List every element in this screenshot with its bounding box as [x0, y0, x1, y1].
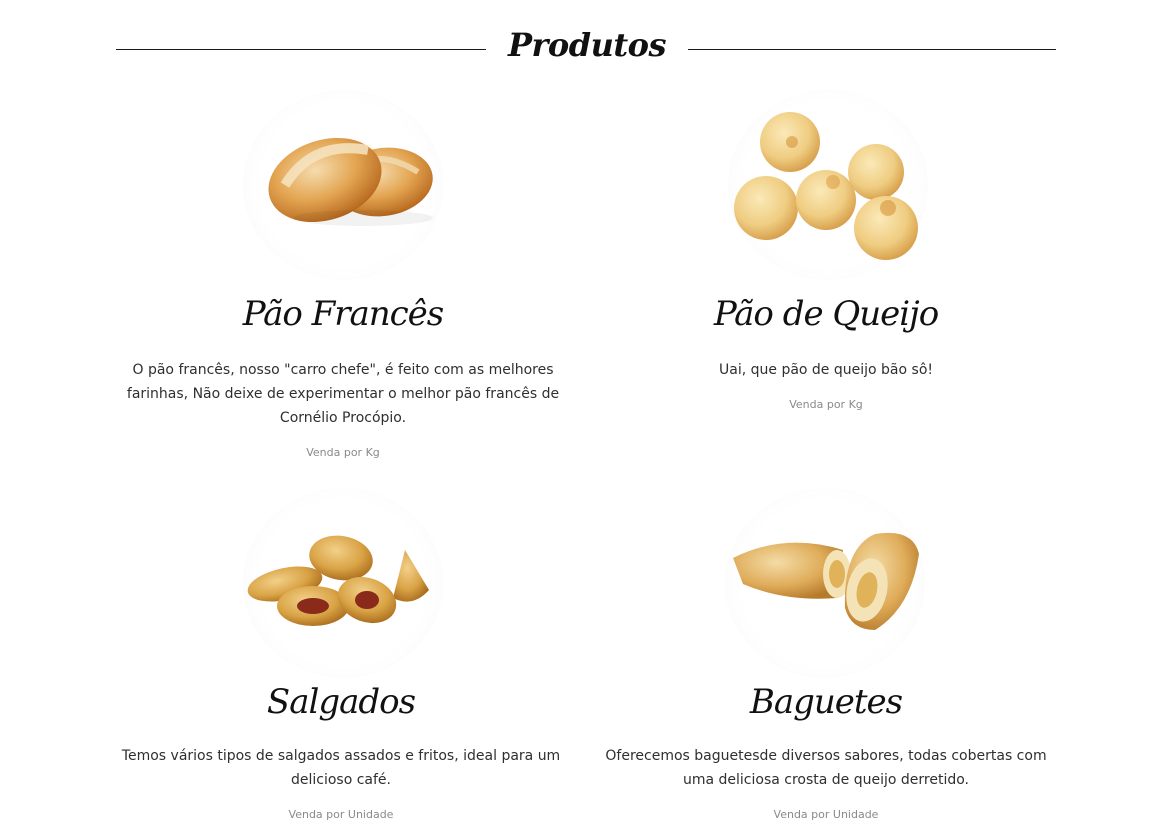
savory-snacks-image — [243, 488, 443, 678]
product-card-baguetes: Baguetes Oferecemos baguetesde diversos … — [591, 488, 1061, 828]
product-name: Pão de Queijo — [713, 294, 939, 334]
product-unit: Venda por Kg — [306, 446, 380, 459]
product-name: Baguetes — [749, 682, 903, 722]
cheese-bread-image — [728, 90, 928, 280]
product-card-pao-frances: Pão Francês O pão francês, nosso "carro … — [108, 90, 578, 470]
section-title: Produtos — [507, 26, 667, 64]
product-description: Oferecemos baguetesde diversos sabores, … — [605, 748, 1047, 788]
product-description: Uai, que pão de queijo bão sô! — [719, 362, 933, 378]
header-divider-left — [116, 49, 486, 50]
product-card-pao-de-queijo: Pão de Queijo Uai, que pão de queijo bão… — [591, 90, 1061, 420]
header-divider-right — [688, 49, 1056, 50]
section-header: Produtos — [116, 24, 1056, 72]
product-name: Salgados — [266, 682, 416, 722]
product-name: Pão Francês — [242, 294, 445, 334]
product-unit: Venda por Unidade — [773, 808, 879, 821]
product-card-salgados: Salgados Temos vários tipos de salgados … — [106, 488, 576, 828]
product-unit: Venda por Kg — [789, 398, 863, 411]
product-description: Temos vários tipos de salgados assados e… — [121, 748, 561, 788]
product-description: O pão francês, nosso "carro chefe", é fe… — [126, 362, 560, 426]
baguette-image — [725, 488, 925, 678]
product-unit: Venda por Unidade — [288, 808, 394, 821]
french-bread-image — [243, 90, 443, 280]
